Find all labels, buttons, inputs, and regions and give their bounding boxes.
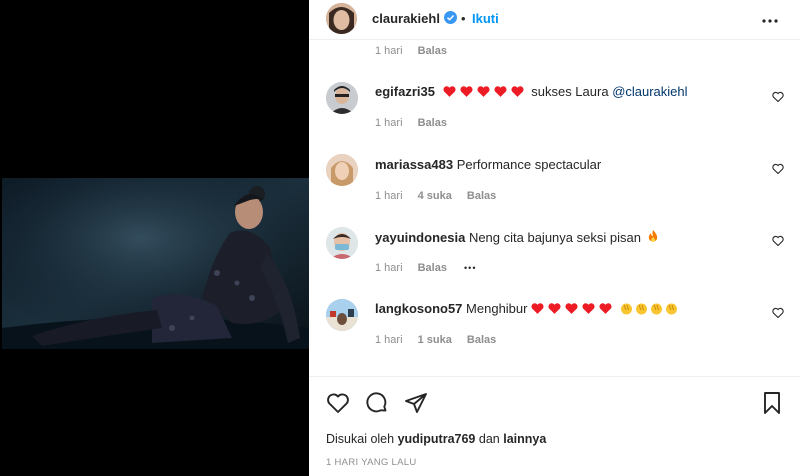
follow-button[interactable]: Ikuti	[472, 11, 499, 26]
save-bookmark-icon[interactable]	[761, 391, 783, 415]
comment-meta: 1 hari 4 suka Balas	[375, 190, 496, 202]
commenter-avatar[interactable]	[326, 299, 358, 331]
reply-link[interactable]: Balas	[418, 262, 447, 274]
comment-time: 1 hari	[375, 45, 403, 57]
comment-username[interactable]: yayuindonesia	[375, 230, 465, 245]
comment-time: 1 hari	[375, 334, 403, 346]
comment-meta: 1 hari Balas •••	[375, 262, 476, 274]
post-date[interactable]: 1 HARI YANG LALU	[326, 457, 417, 468]
comment-text: sukses Laura	[531, 84, 609, 99]
previous-comment-meta: 1 hari Balas	[375, 45, 447, 57]
liked-by-others-link[interactable]: lainnya	[503, 432, 546, 446]
reply-link[interactable]: Balas	[467, 190, 496, 202]
clapping-emoji	[620, 301, 680, 316]
like-comment-heart-icon[interactable]	[772, 307, 784, 319]
comment-username[interactable]: mariassa483	[375, 157, 453, 172]
comment-mention-link[interactable]: @claurakiehl	[612, 84, 687, 99]
liked-by-prefix: Disukai oleh	[326, 432, 395, 446]
comment-meta: 1 hari Balas	[375, 117, 447, 129]
verified-badge-icon	[444, 11, 457, 24]
share-send-icon[interactable]	[404, 391, 428, 415]
comment-likes-count[interactable]: 1 suka	[418, 334, 452, 346]
comment-time: 1 hari	[375, 117, 403, 129]
author-username[interactable]: claurakiehl	[372, 11, 440, 26]
post-video[interactable]	[2, 178, 309, 349]
like-comment-heart-icon[interactable]	[772, 235, 784, 247]
comment-text: Performance spectacular	[456, 157, 602, 172]
comment-time: 1 hari	[375, 262, 403, 274]
commenter-avatar[interactable]	[326, 82, 358, 114]
header-separator: •	[461, 11, 466, 26]
post-header: claurakiehl • Ikuti	[309, 0, 800, 40]
comment-bubble-icon[interactable]	[365, 391, 389, 415]
video-frame	[2, 178, 309, 349]
fire-emoji-icon	[648, 230, 657, 243]
commenter-avatar[interactable]	[326, 227, 358, 259]
comment-body: yayuindonesia Neng cita bajunya seksi pi…	[375, 230, 659, 245]
comment-time: 1 hari	[375, 190, 403, 202]
comment-body: mariassa483 Performance spectacular	[375, 157, 601, 172]
comment-username[interactable]: egifazri35	[375, 84, 435, 99]
like-comment-heart-icon[interactable]	[772, 91, 784, 103]
comment-likes-count[interactable]: 4 suka	[418, 190, 452, 202]
post-detail-panel: claurakiehl • Ikuti 1 hari Balas egifazr…	[309, 0, 800, 476]
comment-body: langkosono57 Menghibur	[375, 301, 680, 316]
commenter-avatar[interactable]	[326, 154, 358, 186]
reply-link[interactable]: Balas	[418, 45, 447, 57]
comment-text: Menghibur	[466, 301, 528, 316]
like-comment-heart-icon[interactable]	[772, 163, 784, 175]
liked-by-mid: dan	[478, 432, 500, 446]
author-avatar[interactable]	[326, 3, 357, 34]
comment-text: Neng cita bajunya seksi pisan	[468, 230, 641, 245]
media-panel	[0, 0, 309, 475]
reply-link[interactable]: Balas	[418, 117, 447, 129]
comment-options-icon[interactable]: •••	[464, 263, 476, 273]
liked-by-text: Disukai oleh yudiputra769 dan lainnya	[326, 432, 546, 446]
reply-link[interactable]: Balas	[467, 334, 496, 346]
hearts-emoji	[531, 301, 620, 316]
hearts-emoji	[443, 84, 532, 99]
comment-username[interactable]: langkosono57	[375, 301, 462, 316]
like-heart-icon[interactable]	[326, 391, 350, 415]
liked-by-user-link[interactable]: yudiputra769	[398, 432, 476, 446]
post-actions-section: Disukai oleh yudiputra769 dan lainnya 1 …	[309, 376, 800, 476]
comment-meta: 1 hari 1 suka Balas	[375, 334, 496, 346]
comment-body: egifazri35 sukses Laura @claurakiehl	[375, 84, 688, 99]
more-options-icon[interactable]	[762, 13, 778, 23]
